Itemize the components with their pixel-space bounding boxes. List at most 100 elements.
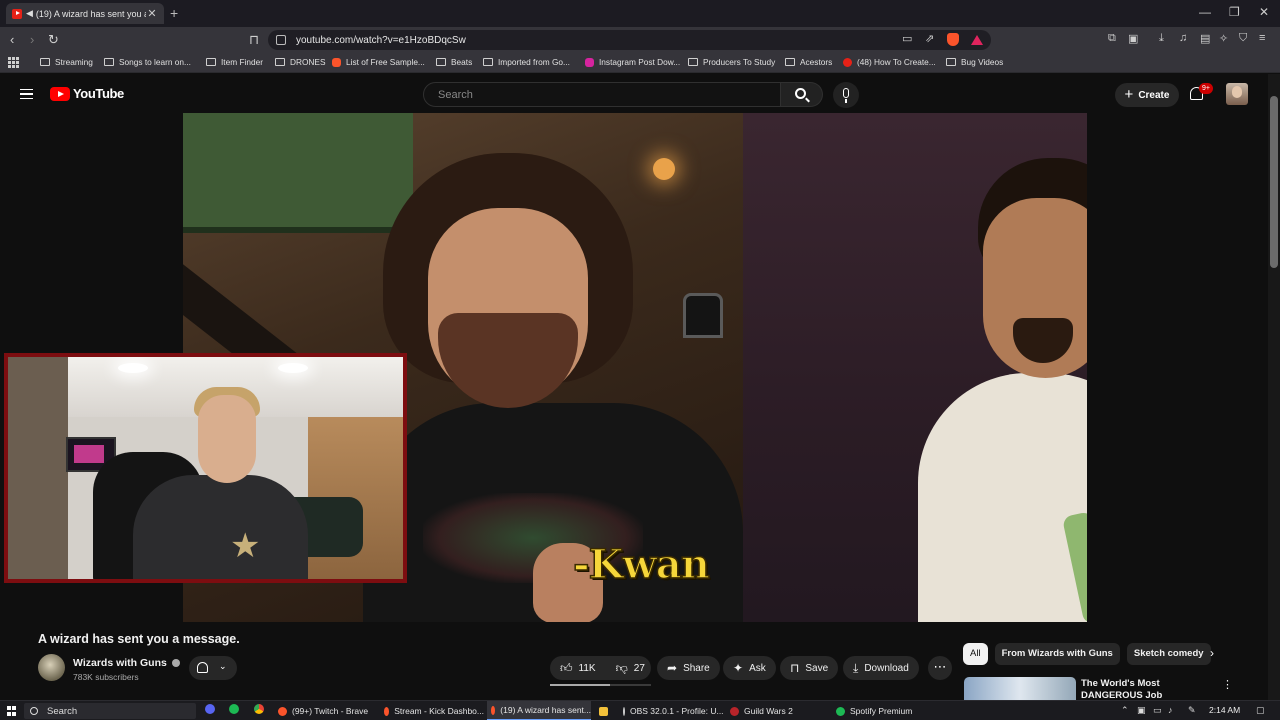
discord-icon[interactable]	[205, 704, 215, 714]
taskbar-clock[interactable]: 2:14 AM	[1209, 705, 1240, 715]
site-info-icon[interactable]	[276, 35, 286, 45]
bookmark-item[interactable]: DRONES	[275, 57, 326, 67]
voice-search-button[interactable]	[833, 82, 859, 108]
hamburger-menu-icon[interactable]	[20, 89, 33, 99]
bookmark-item[interactable]: Acestors	[785, 57, 832, 67]
folder-icon	[206, 58, 216, 66]
spotify-app-icon[interactable]	[229, 704, 239, 714]
forward-icon[interactable]: ›	[30, 32, 34, 47]
account-avatar[interactable]	[1226, 83, 1248, 105]
notification-center-icon[interactable]: ▢	[1256, 705, 1265, 716]
chrome-icon[interactable]	[254, 704, 264, 714]
speaker-icon[interactable]: ◀	[26, 8, 33, 19]
bookmark-item[interactable]: Imported from Go...	[483, 57, 570, 67]
channel-name[interactable]: Wizards with Guns	[73, 657, 180, 669]
brave-icon	[278, 706, 287, 716]
url-field[interactable]: youtube.com/watch?v=e1HzoBDqcSw	[268, 30, 991, 50]
bookmark-page-icon[interactable]: ⊓	[249, 32, 259, 48]
bookmark-item[interactable]: List of Free Sample...	[332, 57, 425, 67]
youtube-favicon-icon	[843, 57, 852, 67]
bookmark-item[interactable]: Producers To Study	[688, 57, 775, 67]
tray-pen-icon[interactable]: ✎	[1188, 705, 1196, 716]
share-page-icon[interactable]: ⇗	[925, 32, 934, 45]
taskbar-item-kick[interactable]: Stream - Kick Dashbo...	[380, 701, 484, 720]
sparkle-icon: ✦	[733, 661, 744, 675]
download-button[interactable]: ⤓ Download	[843, 656, 919, 680]
tray-display-icon[interactable]: ▣	[1137, 705, 1146, 716]
apps-grid-icon[interactable]	[8, 57, 19, 68]
webcam-streamer-face	[198, 395, 256, 483]
search-button[interactable]	[781, 82, 823, 107]
leo-ai-icon[interactable]: ✧	[1219, 32, 1228, 45]
brave-rewards-icon[interactable]	[971, 35, 983, 45]
cast-icon[interactable]: ▭	[902, 32, 912, 45]
like-button[interactable]: 👍︎ 11K	[550, 656, 606, 680]
window-close-icon[interactable]: ✕	[1259, 5, 1269, 19]
verified-check-icon	[171, 659, 180, 667]
more-actions-button[interactable]: ⋯	[928, 656, 952, 680]
ceiling-light	[278, 363, 308, 373]
bookmark-item[interactable]: (48) How To Create...	[843, 57, 936, 67]
windows-taskbar: Search (99+) Twitch - Brave Stream - Kic…	[0, 700, 1280, 720]
channel-avatar[interactable]	[38, 654, 65, 681]
dislike-button[interactable]: 👎︎ 27	[606, 656, 655, 680]
bookmark-item[interactable]: Item Finder	[206, 57, 263, 67]
restore-icon[interactable]: ❐	[1229, 5, 1240, 19]
chip-all[interactable]: All	[963, 643, 988, 665]
chip-from-channel[interactable]: From Wizards with Guns	[994, 643, 1120, 665]
create-button[interactable]: + Create	[1115, 83, 1179, 107]
search-input[interactable]: Search	[423, 82, 781, 107]
reload-icon[interactable]: ↻	[48, 32, 59, 48]
taskbar-item-file-explorer[interactable]	[595, 701, 617, 720]
youtube-wordmark: YouTube	[73, 86, 124, 101]
close-tab-icon[interactable]: ✕	[146, 7, 158, 20]
scrollbar-thumb[interactable]	[1270, 96, 1278, 268]
thumbs-down-icon: 👎︎	[615, 660, 628, 675]
browser-tab-active[interactable]: ◀ (19) A wizard has sent you a message. …	[6, 3, 164, 24]
taskbar-item-youtube[interactable]: (19) A wizard has sent...	[487, 701, 591, 720]
recommended-video-title[interactable]: The World's Most DANGEROUS Job	[1081, 678, 1211, 700]
bookmark-item[interactable]: Instagram Post Dow...	[585, 57, 680, 67]
chevron-down-icon: ⌄	[219, 661, 227, 671]
taskbar-item-obs[interactable]: OBS 32.0.1 - Profile: U...	[619, 701, 724, 720]
save-button[interactable]: ⊓ Save	[780, 656, 839, 680]
youtube-logo[interactable]: YouTube	[50, 86, 124, 101]
share-arrow-icon: ➦	[667, 661, 678, 675]
media-icon[interactable]: ♫	[1179, 32, 1187, 44]
taskbar-item-guild-wars[interactable]: Guild Wars 2	[726, 701, 826, 720]
new-tab-icon[interactable]: +	[170, 5, 178, 21]
youtube-header: YouTube Search + Create 9+	[0, 74, 1280, 114]
bookmark-item[interactable]: Songs to learn on...	[104, 57, 191, 67]
back-icon[interactable]: ‹	[10, 32, 14, 47]
taskbar-item-twitch[interactable]: (99+) Twitch - Brave	[274, 701, 374, 720]
tray-overflow-chevron-icon[interactable]: ⌃	[1121, 705, 1129, 716]
downloads-icon[interactable]: ⤓	[1159, 32, 1164, 45]
bookmark-item[interactable]: Beats	[436, 57, 472, 67]
search-icon	[30, 707, 38, 715]
subscription-notification-button[interactable]: ⌄	[189, 656, 237, 680]
chevron-right-icon[interactable]: ›	[1210, 646, 1214, 660]
extensions-icon[interactable]: ⧉	[1108, 32, 1116, 45]
taskbar-search[interactable]: Search	[24, 703, 196, 719]
recommended-video-thumbnail[interactable]	[964, 677, 1076, 700]
bookmark-item[interactable]: Bug Videos	[946, 57, 1003, 67]
like-dislike-group: 👍︎ 11K 👎︎ 27	[550, 656, 651, 680]
share-button[interactable]: ➦ Share	[657, 656, 720, 680]
brave-shields-icon[interactable]	[947, 33, 959, 46]
minimize-icon[interactable]: —	[1199, 5, 1211, 19]
tray-volume-icon[interactable]: ♪	[1168, 705, 1173, 715]
vertical-dots-icon[interactable]: ⋮	[1222, 678, 1233, 691]
bookmark-item[interactable]: Streaming	[40, 57, 93, 67]
vpn-icon[interactable]: ⛉	[1239, 32, 1247, 45]
chip-sketch-comedy[interactable]: Sketch comedy	[1126, 643, 1211, 665]
taskbar-item-spotify[interactable]: Spotify Premium	[832, 701, 932, 720]
wallet-icon[interactable]: ▤	[1200, 32, 1210, 45]
ask-button[interactable]: ✦ Ask	[723, 656, 776, 680]
bell-icon	[197, 662, 208, 673]
url-text: youtube.com/watch?v=e1HzoBDqcSw	[296, 34, 466, 46]
tray-network-icon[interactable]: ▭	[1153, 705, 1162, 716]
video-caption-overlay: -Kwan	[572, 540, 710, 589]
menu-icon[interactable]: ≡	[1259, 32, 1265, 44]
sidebar-icon[interactable]: ▣	[1128, 32, 1138, 45]
windows-start-icon[interactable]	[7, 706, 17, 716]
